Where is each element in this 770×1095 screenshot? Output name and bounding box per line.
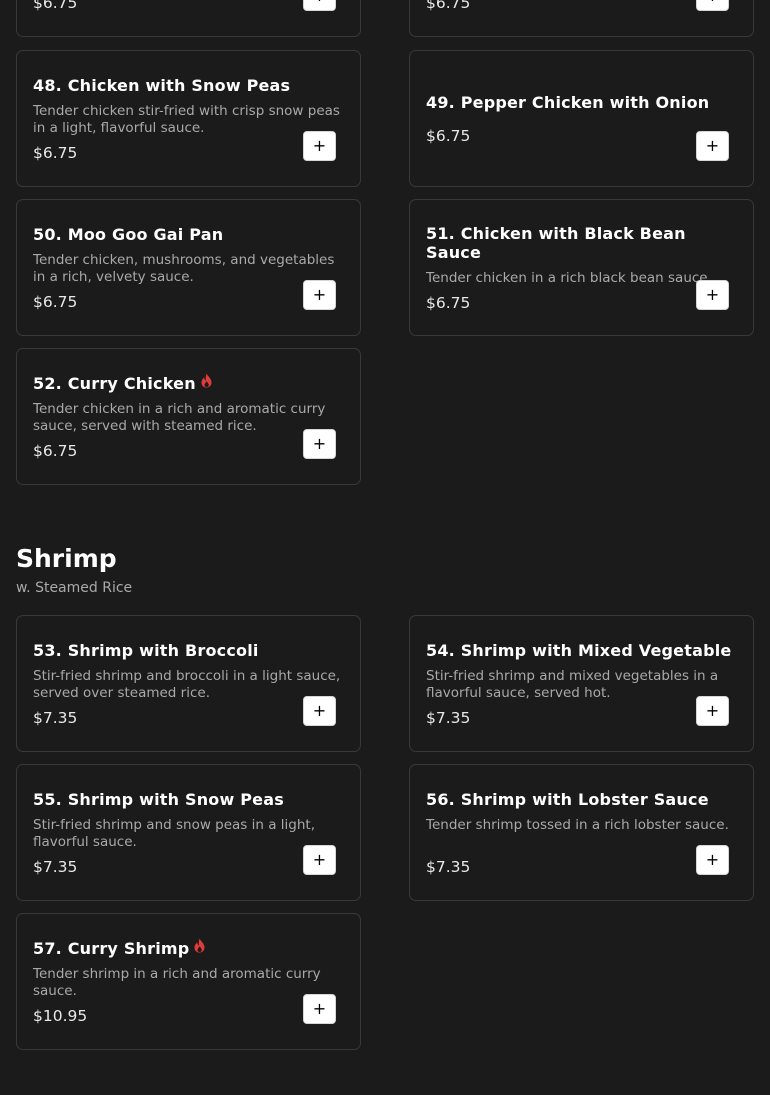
item-description: Tender chicken in a rich black bean sauc… [426,270,712,286]
item-price: $6.75 [426,0,471,12]
item-title: 50. Moo Goo Gai Pan [33,225,344,244]
menu-item-card[interactable]: 50. Moo Goo Gai Pan Tender chicken, mush… [16,199,361,336]
item-price: $6.75 [33,144,78,162]
item-price: $6.75 [33,0,78,12]
menu-item-card[interactable]: 57. Curry Shrimp Tender shrimp in a rich… [16,913,361,1050]
item-price: $7.35 [426,858,471,876]
item-title: 49. Pepper Chicken with Onion [426,93,737,112]
add-to-cart-button[interactable]: + [303,280,336,310]
item-title: 55. Shrimp with Snow Peas [33,790,344,809]
menu-item-card[interactable]: 49. Pepper Chicken with Onion $6.75 + [409,50,754,187]
item-description: Tender shrimp tossed in a rich lobster s… [426,817,729,833]
add-to-cart-button[interactable]: + [696,0,729,11]
menu-item-card[interactable]: 53. Shrimp with Broccoli Stir-fried shri… [16,615,361,752]
item-price: $7.35 [426,709,471,727]
item-price: $6.75 [426,127,471,145]
item-price: $7.35 [33,709,78,727]
add-to-cart-button[interactable]: + [696,280,729,310]
item-title: 57. Curry Shrimp [33,938,344,958]
add-to-cart-button[interactable]: + [696,845,729,875]
add-to-cart-button[interactable]: + [303,131,336,161]
item-title: 52. Curry Chicken [33,373,344,393]
menu-item-card[interactable]: 51. Chicken with Black Bean Sauce Tender… [409,199,754,336]
item-name: 56. Shrimp with Lobster Sauce [426,790,709,809]
item-name: 48. Chicken with Snow Peas [33,76,291,95]
add-to-cart-button[interactable]: + [303,0,336,11]
item-name: 52. Curry Chicken [33,374,196,393]
add-to-cart-button[interactable]: + [696,696,729,726]
item-title: 53. Shrimp with Broccoli [33,641,344,660]
menu-item-card-partial-right: $6.75 + [409,0,754,37]
menu-item-card[interactable]: 52. Curry Chicken Tender chicken in a ri… [16,348,361,485]
add-to-cart-button[interactable]: + [303,429,336,459]
item-name: 49. Pepper Chicken with Onion [426,93,710,112]
item-title: 48. Chicken with Snow Peas [33,76,344,95]
item-description: Tender shrimp in a rich and aromatic cur… [33,966,321,999]
flame-icon [193,938,206,957]
section-title: Shrimp [16,544,117,573]
add-to-cart-button[interactable]: + [303,696,336,726]
item-price: $7.35 [33,858,78,876]
item-price: $6.75 [426,294,471,312]
item-price: $6.75 [33,442,78,460]
item-title: 51. Chicken with Black Bean Sauce [426,224,737,262]
item-name: 51. Chicken with Black Bean Sauce [426,224,686,262]
item-description: Stir-fried shrimp and broccoli in a ligh… [33,668,341,701]
item-description: Tender chicken in a rich and aromatic cu… [33,401,326,434]
item-name: 50. Moo Goo Gai Pan [33,225,224,244]
item-description: Stir-fried shrimp and snow peas in a lig… [33,817,316,850]
item-description: Tender chicken, mushrooms, and vegetable… [33,252,335,285]
add-to-cart-button[interactable]: + [696,131,729,161]
menu-item-card[interactable]: 55. Shrimp with Snow Peas Stir-fried shr… [16,764,361,901]
add-to-cart-button[interactable]: + [303,994,336,1024]
flame-icon [200,373,213,392]
item-price: $10.95 [33,1007,88,1025]
menu-item-card[interactable]: 48. Chicken with Snow Peas Tender chicke… [16,50,361,187]
item-name: 55. Shrimp with Snow Peas [33,790,284,809]
item-name: 54. Shrimp with Mixed Vegetable [426,641,732,660]
item-title: 56. Shrimp with Lobster Sauce [426,790,737,809]
item-name: 57. Curry Shrimp [33,939,190,958]
menu-item-card[interactable]: 54. Shrimp with Mixed Vegetable Stir-fri… [409,615,754,752]
item-price: $6.75 [33,293,78,311]
add-to-cart-button[interactable]: + [303,845,336,875]
section-subtitle: w. Steamed Rice [16,580,133,596]
menu-item-card[interactable]: 56. Shrimp with Lobster Sauce Tender shr… [409,764,754,901]
item-description: Tender chicken stir-fried with crisp sno… [33,103,340,136]
item-name: 53. Shrimp with Broccoli [33,641,259,660]
item-description: Stir-fried shrimp and mixed vegetables i… [426,668,719,701]
item-title: 54. Shrimp with Mixed Vegetable [426,641,737,660]
menu-item-card-partial-left: $6.75 + [16,0,361,37]
